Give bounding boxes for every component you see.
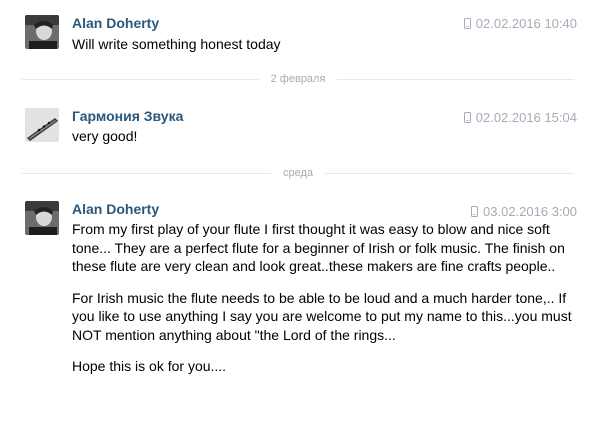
message-paragraph: For Irish music the flute needs to be ab… <box>72 289 572 343</box>
divider-label: среда <box>282 167 314 179</box>
message-timestamp[interactable]: 03.02.2016 3:00 <box>483 204 577 219</box>
divider-line <box>337 78 575 80</box>
message-timestamp[interactable]: 02.02.2016 10:40 <box>476 16 577 31</box>
message-paragraph: From my first play of your flute I first… <box>72 221 565 274</box>
divider-line <box>22 172 271 174</box>
message-author[interactable]: Alan Doherty <box>72 15 159 31</box>
date-divider: среда <box>22 166 574 180</box>
phone-icon <box>463 112 471 123</box>
date-divider: 2 февраля <box>22 72 575 86</box>
message-body: From my first play of your flute I first… <box>72 220 582 389</box>
message-body: very good! <box>72 127 582 159</box>
message-meta: 02.02.2016 15:04 <box>463 110 577 125</box>
message-meta: 03.02.2016 3:00 <box>471 204 577 219</box>
message-meta: 02.02.2016 10:40 <box>463 16 577 31</box>
avatar-alan-doherty[interactable] <box>25 201 59 235</box>
phone-icon <box>471 206 479 217</box>
message-paragraph: Will write something honest today <box>72 36 281 52</box>
message-timestamp[interactable]: 02.02.2016 15:04 <box>476 110 577 125</box>
avatar-alan-doherty[interactable] <box>25 15 59 49</box>
phone-icon <box>463 18 471 29</box>
divider-line <box>325 172 574 174</box>
message-author[interactable]: Alan Doherty <box>72 201 159 217</box>
divider-line <box>22 78 259 80</box>
message-body: Will write something honest today <box>72 35 582 67</box>
message-author[interactable]: Гармония Звука <box>72 108 183 124</box>
message-paragraph: Hope this is ok for you.... <box>72 358 227 374</box>
divider-label: 2 февраля <box>270 73 326 85</box>
message-paragraph: very good! <box>72 128 138 144</box>
avatar-garmoniya-zvuka[interactable] <box>25 108 59 142</box>
